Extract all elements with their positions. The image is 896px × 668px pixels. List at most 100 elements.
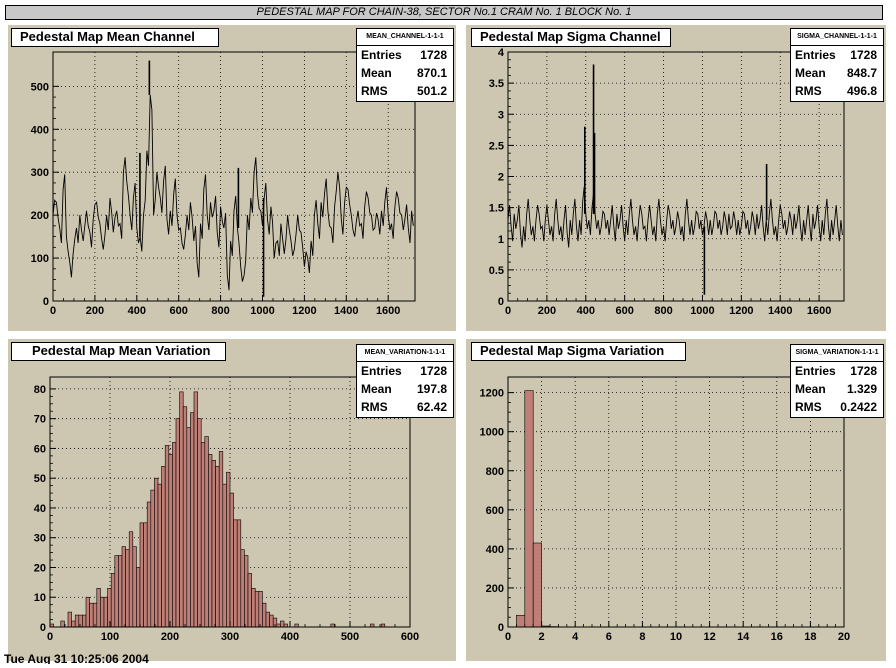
stats-rms-row: RMS 0.2422 (791, 398, 883, 416)
y-tick-label: 30 (34, 533, 46, 545)
histogram-bar (74, 614, 80, 628)
pad-mean-channel: 0 200 400 600 800 1000 1200 1400 1600 0 100 200 300 4… (8, 25, 456, 331)
histogram-bar (532, 542, 542, 628)
x-tick-label: 400 (281, 631, 299, 643)
y-tick-label: 600 (486, 505, 504, 517)
stats-entries-label: Entries (361, 48, 402, 62)
y-tick-label: 0 (40, 622, 46, 634)
histogram-bar (103, 596, 108, 628)
y-tick-label: 20 (34, 562, 46, 574)
histogram-bar (175, 418, 180, 628)
pad-sigma-variation: 0 2 4 6 8 10 12 14 16 18 20 0 200 400 600 800 1000 1200 P… (466, 339, 886, 661)
x-tick-label: 1200 (729, 305, 753, 317)
histogram-bar (262, 602, 267, 628)
stats-rms-value: 62.42 (416, 400, 447, 414)
x-tick-label: 0 (505, 305, 511, 317)
histogram-bar (193, 391, 198, 628)
x-tick-label: 0 (505, 631, 511, 643)
x-tick-label: 200 (161, 631, 179, 643)
histogram-bar (244, 555, 249, 628)
x-tick-label: 16 (771, 631, 783, 643)
stats-box: MEAN_CHANNEL-1-1-1 Entries 1728 Mean 870.1… (356, 28, 454, 102)
stats-mean-value: 197.8 (416, 382, 447, 396)
plot-title: Pedestal Map Mean Channel (11, 28, 219, 47)
x-tick-label: 1600 (376, 305, 400, 317)
x-tick-label: 1400 (768, 305, 792, 317)
histogram-bar (100, 596, 105, 628)
stats-mean-value: 1.329 (846, 382, 877, 396)
y-tick-label: 1000 (480, 427, 504, 439)
y-tick-label: 300 (31, 167, 49, 179)
y-tick-label: 10 (34, 592, 46, 604)
stats-entries-label: Entries (361, 364, 402, 378)
histogram-bar (164, 445, 170, 628)
stats-rms-row: RMS 501.2 (357, 82, 453, 100)
stats-mean-value: 848.7 (846, 66, 877, 80)
histogram-bar (247, 573, 252, 628)
x-tick-label: 400 (128, 305, 146, 317)
stats-entries-label: Entries (795, 364, 836, 378)
y-tick-label: 200 (486, 583, 504, 595)
stats-rms-value: 496.8 (846, 84, 877, 98)
stats-rms-label: RMS (795, 400, 822, 414)
histogram-bar (269, 614, 274, 628)
stats-histogram-name: MEAN_CHANNEL-1-1-1 (357, 29, 453, 46)
stats-mean-row: Mean 197.8 (357, 380, 453, 398)
x-tick-label: 600 (615, 305, 633, 317)
stats-entries-row: Entries 1728 (791, 362, 883, 380)
histogram-bar (236, 519, 242, 628)
histogram-bar (125, 549, 130, 628)
stats-mean-row: Mean 848.7 (791, 64, 883, 82)
pad-sigma-channel: 0 200 400 600 800 1000 1200 1400 1600 0 0.5 1 1.5 2 2.… (466, 25, 886, 331)
x-tick-label: 10 (670, 631, 682, 643)
stats-mean-label: Mean (795, 66, 826, 80)
y-tick-label: 3 (498, 109, 504, 121)
y-tick-label: 0.5 (489, 265, 504, 277)
stats-histogram-name: SIGMA_VARIATION-1-1-1 (791, 345, 883, 362)
stats-mean-row: Mean 870.1 (357, 64, 453, 82)
histogram-bar (128, 531, 134, 628)
stats-box: SIGMA_CHANNEL-1-1-1 Entries 1728 Mean 848.… (790, 28, 884, 102)
histogram-bar (154, 477, 159, 628)
histogram-bar (60, 620, 65, 628)
y-tick-label: 400 (31, 124, 49, 136)
y-tick-label: 4 (498, 47, 505, 59)
histogram-bar (78, 614, 83, 628)
histogram-bar (258, 590, 263, 628)
x-tick-label: 20 (838, 631, 850, 643)
histogram-bar (524, 390, 534, 628)
histogram-bar (107, 588, 112, 628)
y-tick-label: 1200 (480, 388, 504, 400)
stats-rms-row: RMS 496.8 (791, 82, 883, 100)
histogram-bar (85, 596, 90, 628)
y-tick-label: 70 (34, 414, 46, 426)
histogram-bar (208, 454, 213, 628)
y-tick-label: 0 (43, 296, 49, 308)
y-tick-label: 40 (34, 503, 46, 515)
histogram-bar (254, 590, 260, 628)
x-tick-label: 0 (47, 631, 53, 643)
y-tick-label: 0 (498, 296, 504, 308)
histogram-bar (229, 492, 234, 628)
y-tick-label: 0 (498, 622, 504, 634)
stats-histogram-name: MEAN_VARIATION-1-1-1 (357, 345, 453, 362)
stats-entries-row: Entries 1728 (357, 362, 453, 380)
y-tick-label: 500 (31, 81, 49, 93)
x-tick-label: 1600 (807, 305, 831, 317)
stats-mean-row: Mean 1.329 (791, 380, 883, 398)
histogram-bar (251, 588, 256, 628)
y-tick-label: 60 (34, 443, 46, 455)
x-tick-label: 200 (86, 305, 104, 317)
histogram-bars (49, 391, 386, 628)
y-tick-label: 1.5 (489, 203, 504, 215)
plot-title: Pedestal Map Sigma Variation (471, 342, 686, 361)
stats-entries-row: Entries 1728 (357, 46, 453, 64)
histogram-bar (226, 471, 231, 628)
stats-entries-value: 1728 (420, 364, 447, 378)
histogram-bar (67, 611, 72, 628)
histogram-bar (190, 412, 195, 628)
x-tick-label: 600 (170, 305, 188, 317)
x-tick-label: 1000 (250, 305, 274, 317)
stats-rms-label: RMS (795, 84, 822, 98)
histogram-bar (118, 555, 123, 628)
